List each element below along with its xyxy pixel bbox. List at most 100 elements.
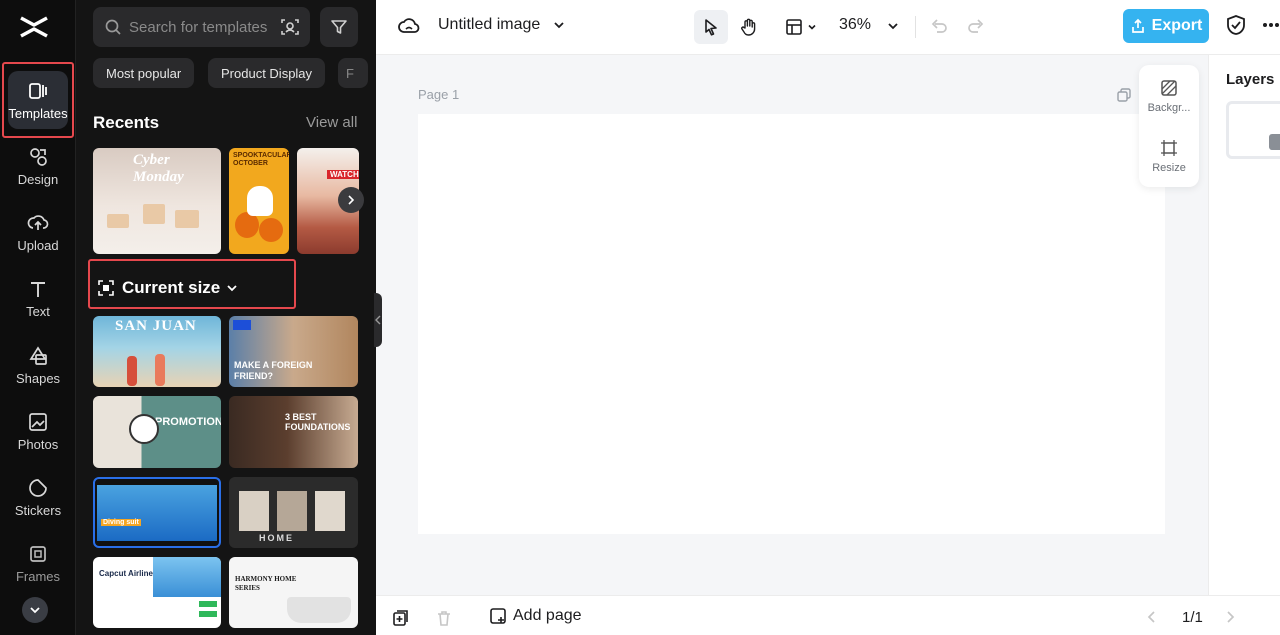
nav-item-design[interactable]: Design <box>4 136 72 196</box>
nav-label: Text <box>26 303 50 319</box>
page-label: Page 1 <box>418 87 460 102</box>
chevron-right-icon <box>348 195 355 205</box>
current-size-label: Current size <box>122 278 221 297</box>
app-window: Templates Design Upload Text Shapes Phot… <box>0 0 1280 635</box>
thumb-caption: SAN JUAN <box>115 318 197 334</box>
zoom-level[interactable]: 36% <box>839 16 871 34</box>
frames-icon <box>30 545 46 562</box>
chip-most-popular[interactable]: Most popular <box>93 58 195 88</box>
resize-icon <box>1161 140 1177 156</box>
thumb-caption: Diving suit <box>101 519 141 526</box>
undo-icon[interactable] <box>929 16 949 36</box>
resize-frame-icon <box>98 280 114 296</box>
background-label: Backgr... <box>1147 102 1191 114</box>
hand-icon <box>741 18 756 36</box>
nav-expand-button[interactable] <box>22 597 48 623</box>
template-thumb-diving[interactable]: Diving suit <box>93 477 221 548</box>
recent-thumb-spooktacular[interactable]: SPOOKTACULAR OCTOBER <box>229 148 289 254</box>
add-page-label: Add page <box>513 607 582 624</box>
select-tool-button[interactable] <box>694 10 728 44</box>
thumb-caption: HARMONY HOME SERIES <box>235 575 297 592</box>
add-duplicate-icon[interactable] <box>392 609 410 627</box>
canvas-page[interactable] <box>418 114 1165 534</box>
chip-partial[interactable]: F <box>338 58 368 88</box>
current-size-dropdown[interactable]: Current size <box>98 278 238 298</box>
nav-item-templates[interactable]: Templates <box>4 70 72 130</box>
recents-next-button[interactable] <box>338 187 364 213</box>
template-thumb-airline[interactable]: Capcut Airline <box>93 557 221 628</box>
layer-thumb-page-1[interactable] <box>1226 101 1280 159</box>
resize-label: Resize <box>1152 162 1186 174</box>
template-thumb-foundations[interactable]: 3 BEST FOUNDATIONS <box>229 396 358 468</box>
nav-item-frames[interactable]: Frames <box>4 533 72 593</box>
top-bar: Untitled image 36% Export <box>376 0 1280 55</box>
export-icon <box>1131 18 1144 33</box>
prev-page-icon[interactable] <box>1146 610 1158 624</box>
upload-icon <box>27 214 49 230</box>
left-nav: Templates Design Upload Text Shapes Phot… <box>0 0 76 635</box>
nav-label: Frames <box>15 568 61 584</box>
templates-panel: Search for templates Most popular Produc… <box>76 0 376 635</box>
nav-item-shapes[interactable]: Shapes <box>4 335 72 395</box>
zoom-chevron-down-icon[interactable] <box>886 19 900 33</box>
more-options-icon[interactable] <box>1262 22 1280 28</box>
image-search-icon[interactable] <box>280 17 300 37</box>
layer-badge-icon <box>1269 134 1280 150</box>
layout-tool-button[interactable] <box>778 10 824 44</box>
thumb-caption: Capcut Airline <box>99 569 153 578</box>
duplicate-page-icon[interactable] <box>1116 87 1132 103</box>
resize-button[interactable]: Resize <box>1139 139 1199 174</box>
template-thumb-san-juan[interactable]: SAN JUAN <box>93 316 221 387</box>
nav-item-upload[interactable]: Upload <box>4 202 72 262</box>
layout-icon <box>786 19 802 35</box>
export-label: Export <box>1151 17 1203 34</box>
thumb-caption: PROMOTION <box>155 416 221 428</box>
template-thumb-home[interactable]: HOME <box>229 477 358 548</box>
export-button[interactable]: Export <box>1123 9 1209 43</box>
add-page-icon <box>490 608 506 624</box>
redo-icon[interactable] <box>966 16 986 36</box>
thumb-caption: WATCH <box>327 170 359 179</box>
recents-title: Recents <box>93 113 160 132</box>
trash-icon[interactable] <box>435 609 453 627</box>
template-thumb-harmony[interactable]: HARMONY HOME SERIES <box>229 557 358 628</box>
filter-button[interactable] <box>320 7 358 47</box>
search-box[interactable]: Search for templates <box>93 7 310 47</box>
document-title[interactable]: Untitled image <box>438 16 540 34</box>
search-icon <box>105 19 121 35</box>
next-page-icon[interactable] <box>1224 610 1236 624</box>
nav-label: Shapes <box>15 370 61 386</box>
shield-icon[interactable] <box>1225 14 1247 36</box>
chip-product-display[interactable]: Product Display <box>208 58 326 88</box>
background-button[interactable]: Backgr... <box>1139 79 1199 114</box>
thumb-caption: Cyber Monday <box>133 152 184 185</box>
nav-label: Stickers <box>14 502 62 518</box>
template-thumb-promotion[interactable]: PROMOTION <box>93 396 221 468</box>
pointer-icon <box>705 19 717 36</box>
thumb-caption: HOME <box>259 533 294 543</box>
nav-label: Design <box>17 171 59 187</box>
layers-panel: Layers <box>1208 55 1280 595</box>
page-counter: 1/1 <box>1182 609 1203 626</box>
chevron-down-icon <box>30 607 40 614</box>
cloud-sync-icon[interactable] <box>398 15 420 37</box>
thumb-caption: SPOOKTACULAR OCTOBER <box>233 152 289 167</box>
hand-tool-button[interactable] <box>732 10 766 44</box>
nav-item-text[interactable]: Text <box>4 268 72 328</box>
chevron-down-icon[interactable] <box>552 18 566 32</box>
search-placeholder[interactable]: Search for templates <box>129 19 269 36</box>
view-all-link[interactable]: View all <box>306 114 357 131</box>
nav-label: Photos <box>17 436 59 452</box>
panel-collapse-handle[interactable] <box>374 293 382 347</box>
nav-label: Templates <box>8 105 68 121</box>
template-thumb-foreign-friend[interactable]: MAKE A FOREIGN FRIEND? <box>229 316 358 387</box>
bottom-bar: Add page 1/1 <box>376 595 1280 635</box>
nav-item-photos[interactable]: Photos <box>4 401 72 461</box>
recent-thumb-cyber-monday[interactable]: Cyber Monday <box>93 148 221 254</box>
add-page-button[interactable]: Add page <box>489 607 582 625</box>
nav-label: Upload <box>17 237 59 253</box>
canvas-side-toolbar: Backgr... Resize <box>1139 65 1199 187</box>
nav-item-stickers[interactable]: Stickers <box>4 467 72 527</box>
toolbar-divider <box>915 16 916 38</box>
chevron-down-icon <box>227 285 237 292</box>
